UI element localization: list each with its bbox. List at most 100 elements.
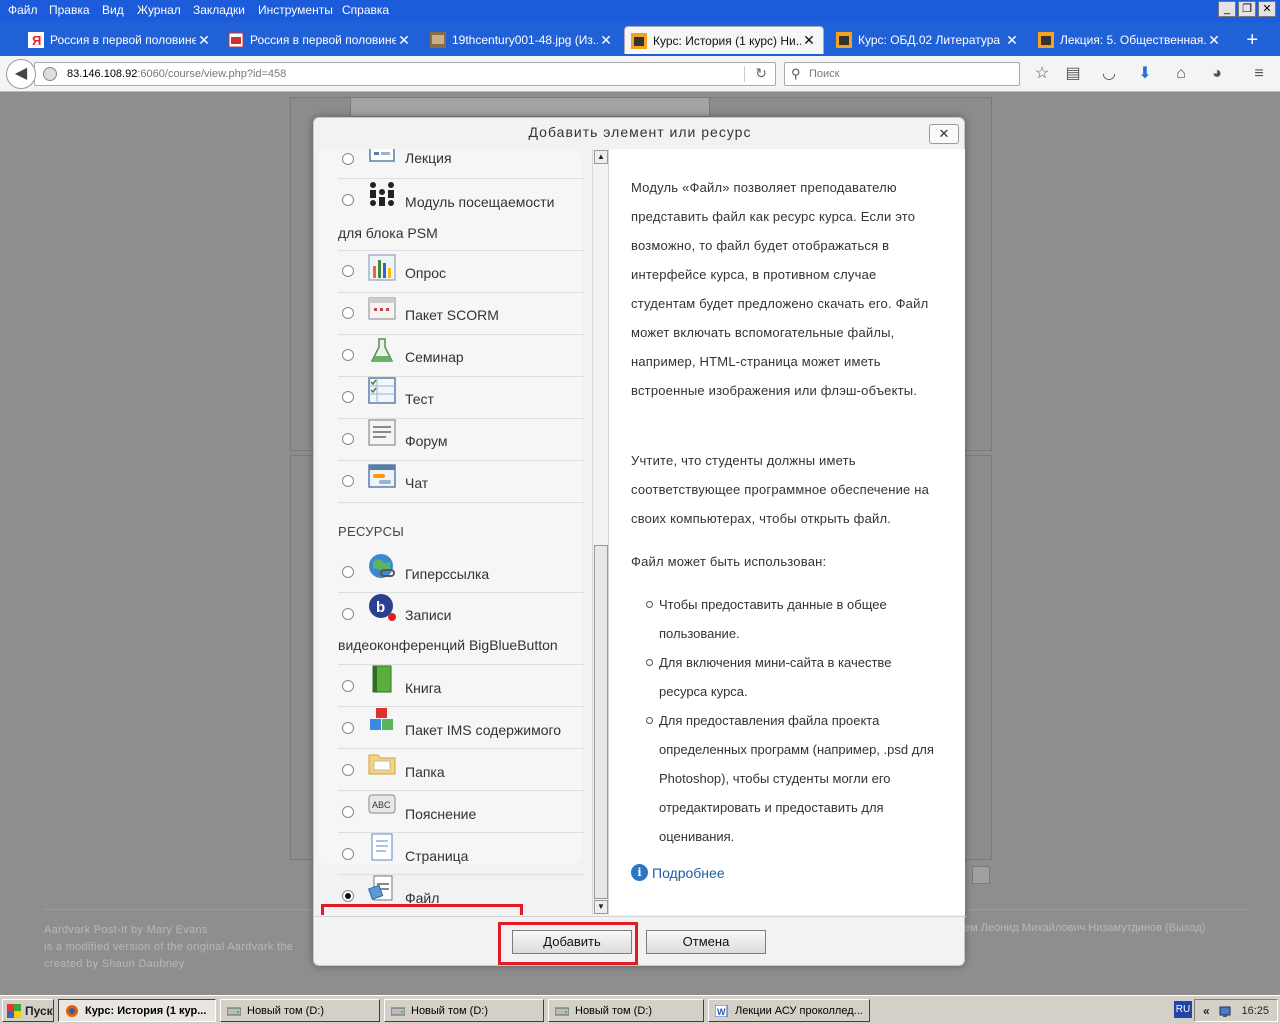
back-button[interactable]: ◀ — [6, 59, 36, 89]
option-survey[interactable]: Опрос — [338, 251, 584, 293]
url-bar[interactable]: 83.146.108.92:6060/course/view.php?id=45… — [34, 62, 776, 86]
radio-button[interactable] — [342, 391, 354, 403]
tab-4[interactable]: Курс: История (1 курс) Ни... ✕ — [624, 26, 824, 54]
bookmark-star-icon[interactable]: ☆ — [1032, 64, 1052, 84]
radio-button[interactable] — [342, 566, 354, 578]
radio-button[interactable] — [342, 608, 354, 620]
tab-3[interactable]: 19thcentury001-48.jpg (Из... ✕ — [424, 26, 620, 54]
menu-file[interactable]: Файл — [8, 3, 38, 17]
taskbar-item-firefox[interactable]: Курс: История (1 кур... — [58, 999, 216, 1022]
more-help-link[interactable]: i Подробнее — [631, 864, 725, 881]
taskbar-item-drive[interactable]: Новый том (D:) — [220, 999, 380, 1022]
system-tray: « 16:25 — [1194, 999, 1278, 1022]
option-label: Папка — [405, 764, 445, 780]
menu-tools[interactable]: Инструменты — [258, 3, 333, 17]
minimize-icon[interactable]: _ — [1218, 1, 1236, 17]
scroll-thumb[interactable] — [594, 545, 608, 899]
clock: 16:25 — [1241, 1005, 1269, 1017]
option-label-resource[interactable]: ABC Пояснение — [338, 791, 584, 833]
collapse-block-icon[interactable] — [972, 866, 990, 884]
menu-bookmarks[interactable]: Закладки — [193, 3, 245, 17]
close-tab-icon[interactable]: ✕ — [598, 32, 614, 49]
new-tab-icon[interactable]: + — [1246, 30, 1258, 50]
scroll-down-arrow-icon[interactable]: ▼ — [594, 900, 608, 914]
close-window-icon[interactable]: ✕ — [1258, 1, 1276, 17]
taskbar-item-word[interactable]: W Лекции АСУ проколлед... — [708, 999, 870, 1022]
course-header-strip — [350, 97, 710, 117]
option-url[interactable]: Гиперссылка — [338, 551, 584, 593]
option-label: Гиперссылка — [405, 566, 490, 582]
download-icon[interactable]: ⬇ — [1135, 64, 1155, 84]
close-tab-icon[interactable]: ✕ — [1206, 32, 1222, 49]
taskbar-item-drive[interactable]: Новый том (D:) — [384, 999, 544, 1022]
reload-icon[interactable]: ↻ — [755, 65, 767, 82]
close-dialog-button[interactable]: ✕ — [929, 124, 959, 144]
tab-1[interactable]: Я Россия в первой половине... ✕ — [22, 26, 218, 54]
radio-button[interactable] — [342, 307, 354, 319]
option-lesson[interactable]: Лекция — [338, 149, 584, 179]
menu-history[interactable]: Журнал — [137, 3, 181, 17]
scroll-up-arrow-icon[interactable]: ▲ — [594, 150, 608, 164]
menu-edit[interactable]: Правка — [49, 3, 90, 17]
option-attendance[interactable]: Модуль посещаемости для блока PSM — [338, 179, 584, 251]
radio-button-selected[interactable] — [342, 890, 354, 902]
radio-button[interactable] — [342, 433, 354, 445]
close-tab-icon[interactable]: ✕ — [1004, 32, 1020, 49]
option-folder[interactable]: Папка — [338, 749, 584, 791]
language-indicator[interactable]: RU — [1174, 1001, 1192, 1018]
radio-button[interactable] — [342, 265, 354, 277]
taskbar-item-drive[interactable]: Новый том (D:) — [548, 999, 704, 1022]
option-scorm[interactable]: Пакет SCORM — [338, 293, 584, 335]
taskbar: Пуск Курс: История (1 кур... Новый том (… — [0, 995, 1280, 1024]
footer-line-1: Aardvark Post-It by Mary Evans — [44, 924, 208, 936]
restore-icon[interactable]: ❐ — [1238, 1, 1256, 17]
drive-icon — [390, 1005, 406, 1017]
chat-bubble-icon[interactable]: ◕ — [1207, 64, 1227, 84]
radio-button[interactable] — [342, 349, 354, 361]
attendance-icon — [368, 181, 396, 209]
option-forum[interactable]: Форум — [338, 419, 584, 461]
start-button[interactable]: Пуск — [2, 999, 54, 1022]
radio-button[interactable] — [342, 722, 354, 734]
option-chat[interactable]: Чат — [338, 461, 584, 503]
home-icon[interactable]: ⌂ — [1171, 64, 1191, 84]
option-bigbluebutton[interactable]: b Записи видеоконференций BigBlueButton — [338, 593, 584, 665]
radio-button[interactable] — [342, 475, 354, 487]
option-quiz[interactable]: Тест — [338, 377, 584, 419]
close-tab-icon[interactable]: ✕ — [801, 32, 817, 49]
tab-6[interactable]: Лекция: 5. Общественная... ✕ — [1032, 26, 1228, 54]
radio-button[interactable] — [342, 680, 354, 692]
network-icon[interactable] — [1219, 1004, 1233, 1018]
radio-button[interactable] — [342, 806, 354, 818]
pocket-icon[interactable]: ◡ — [1099, 64, 1119, 84]
radio-button[interactable] — [342, 194, 354, 206]
close-tab-icon[interactable]: ✕ — [196, 32, 212, 49]
radio-button[interactable] — [342, 848, 354, 860]
yandex-icon: Я — [28, 32, 44, 48]
hamburger-menu-icon[interactable]: ≡ — [1249, 64, 1269, 84]
module-description: Модуль «Файл» позволяет преподавателю пр… — [608, 149, 965, 915]
reading-list-icon[interactable]: ▤ — [1063, 64, 1083, 84]
tray-expand-icon[interactable]: « — [1203, 1004, 1210, 1018]
option-page[interactable]: Страница — [338, 833, 584, 875]
option-ims[interactable]: Пакет IMS содержимого — [338, 707, 584, 749]
tab-2[interactable]: Россия в первой половине... ✕ — [222, 26, 418, 54]
option-label: Семинар — [405, 349, 464, 365]
radio-button[interactable] — [342, 153, 354, 165]
tab-5[interactable]: Курс: ОБД.02 Литература ✕ — [830, 26, 1026, 54]
taskbar-item-label: Новый том (D:) — [247, 1004, 324, 1017]
option-book[interactable]: Книга — [338, 665, 584, 707]
url-icon — [368, 553, 396, 581]
tab-label: 19thcentury001-48.jpg (Из... — [452, 33, 598, 47]
add-button[interactable]: Добавить — [512, 930, 632, 954]
radio-button[interactable] — [342, 764, 354, 776]
tab-bar: Я Россия в первой половине... ✕ Россия в… — [0, 22, 1280, 56]
close-tab-icon[interactable]: ✕ — [396, 32, 412, 49]
search-input[interactable]: ⚲ Поиск — [784, 62, 1020, 86]
list-scrollbar[interactable]: ▲ ▼ — [592, 149, 608, 915]
option-workshop[interactable]: Семинар — [338, 335, 584, 377]
footer-line-2: is a modified version of the original Aa… — [44, 941, 294, 953]
menu-help[interactable]: Справка — [342, 3, 389, 17]
menu-view[interactable]: Вид — [102, 3, 124, 17]
cancel-button[interactable]: Отмена — [646, 930, 766, 954]
